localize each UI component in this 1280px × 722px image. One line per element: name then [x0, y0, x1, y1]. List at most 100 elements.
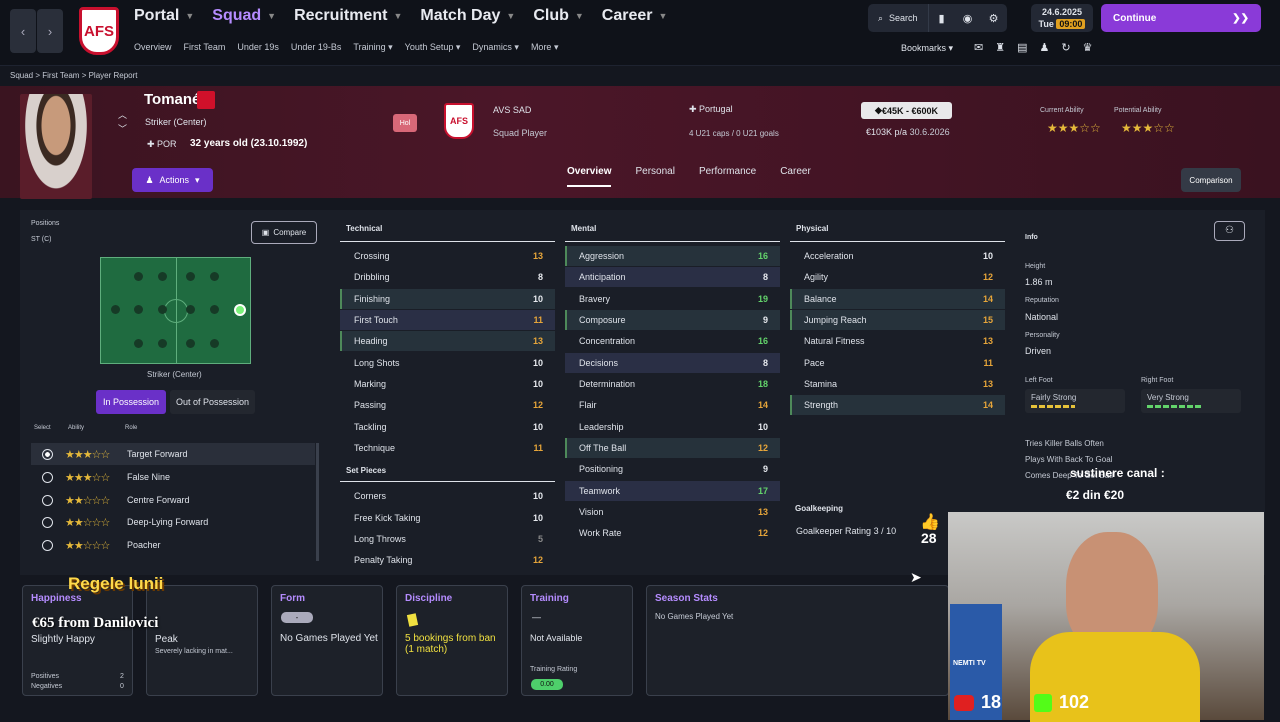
attribute-row[interactable]: Positioning 9	[565, 459, 780, 479]
radio-unselected[interactable]	[42, 516, 53, 528]
tab-overview[interactable]: Overview	[567, 166, 612, 187]
attribute-row[interactable]: Finishing 10	[340, 288, 555, 309]
subnav-first-team[interactable]: First Team	[184, 42, 226, 53]
nav-recruitment[interactable]: Recruitment ▼	[294, 7, 402, 25]
club-badge[interactable]: AFS	[444, 103, 474, 139]
actions-button[interactable]: ♟ Actions ▾	[132, 168, 213, 192]
people-icon[interactable]: ♟	[1040, 41, 1050, 54]
attribute-row[interactable]: Anticipation 8	[565, 267, 780, 288]
in-possession-toggle[interactable]: In Possession	[96, 390, 166, 414]
compare-button[interactable]: ▣ Compare	[251, 221, 317, 244]
attribute-row[interactable]: Dribbling 8	[340, 267, 555, 287]
attribute-row[interactable]: Long Throws 5	[340, 529, 555, 549]
continue-button[interactable]: Continue ❯❯	[1101, 4, 1261, 32]
subnav-under-19bs[interactable]: Under 19-Bs	[291, 42, 342, 53]
radio-unselected[interactable]	[42, 494, 53, 506]
subnav-youth-setup[interactable]: Youth Setup ▾	[405, 42, 461, 53]
crumb-first-team[interactable]: First Team	[42, 71, 79, 80]
back-button[interactable]: ‹	[10, 9, 36, 53]
attribute-row[interactable]: Agility 12	[790, 267, 1005, 287]
nav-club[interactable]: Club ▼	[533, 7, 583, 25]
subnav-training[interactable]: Training ▾	[353, 42, 392, 53]
tab-personal[interactable]: Personal	[635, 166, 674, 187]
condition-card[interactable]: Peak Severely lacking in mat...	[146, 585, 258, 696]
person-settings-icon[interactable]: ⚇	[1214, 221, 1245, 241]
attribute-row[interactable]: Stamina 13	[790, 374, 1005, 394]
attribute-row[interactable]: Off The Ball 12	[565, 438, 780, 459]
forward-button[interactable]: ›	[37, 9, 63, 53]
chat-icon[interactable]: ✉	[974, 41, 983, 54]
trophy-icon[interactable]: ♛	[1083, 41, 1093, 54]
role-row-target-forward[interactable]: ★★★☆☆ Target Forward	[31, 443, 315, 465]
out-of-possession-toggle[interactable]: Out of Possession	[170, 390, 255, 414]
attribute-row[interactable]: Crossing 13	[340, 246, 555, 266]
attribute-row[interactable]: Natural Fitness 13	[790, 331, 1005, 351]
attribute-row[interactable]: First Touch 11	[340, 310, 555, 331]
subnav-more[interactable]: More ▾	[531, 42, 559, 53]
radio-selected[interactable]	[42, 448, 53, 460]
attribute-row[interactable]: Teamwork 17	[565, 480, 780, 501]
attribute-row[interactable]: Balance 14	[790, 288, 1005, 309]
discipline-card[interactable]: Discipline 5 bookings from ban (1 match)	[396, 585, 508, 696]
season-stats-card[interactable]: Season Stats No Games Played Yet	[646, 585, 949, 696]
role-row-false-nine[interactable]: ★★★☆☆ False Nine	[31, 466, 315, 488]
attribute-row[interactable]: Bravery 19	[565, 289, 780, 309]
nav-portal[interactable]: Portal ▼	[134, 7, 194, 25]
nav-career[interactable]: Career ▼	[602, 7, 668, 25]
attribute-row[interactable]: Concentration 16	[565, 331, 780, 351]
attribute-row[interactable]: Composure 9	[565, 310, 780, 331]
training-card[interactable]: Training — Not Available Training Rating…	[521, 585, 633, 696]
attribute-row[interactable]: Jumping Reach 15	[790, 310, 1005, 331]
attribute-row[interactable]: Work Rate 12	[565, 523, 780, 543]
search-button[interactable]: ⌕ Search	[868, 4, 929, 32]
chevron-up-icon[interactable]: ︿	[118, 108, 127, 121]
subnav-under-19s[interactable]: Under 19s	[237, 42, 279, 53]
radio-unselected[interactable]	[42, 471, 53, 483]
happiness-card[interactable]: Happiness Slightly Happy Positives 2 Neg…	[22, 585, 133, 696]
club-name[interactable]: AVS SAD	[493, 105, 531, 115]
clipboard-icon[interactable]: ▤	[1017, 41, 1027, 54]
attribute-row[interactable]: Acceleration 10	[790, 246, 1005, 266]
attribute-row[interactable]: Strength 14	[790, 395, 1005, 416]
attribute-row[interactable]: Free Kick Taking 10	[340, 508, 555, 528]
tab-career[interactable]: Career	[780, 166, 811, 187]
subnav-dynamics[interactable]: Dynamics ▾	[472, 42, 519, 53]
shirt-icon[interactable]: ♜	[995, 41, 1005, 54]
nav-squad[interactable]: Squad ▼	[212, 7, 276, 25]
role-row-centre-forward[interactable]: ★★☆☆☆ Centre Forward	[31, 489, 315, 511]
attribute-row[interactable]: Vision 13	[565, 502, 780, 522]
role-row-deep-lying-forward[interactable]: ★★☆☆☆ Deep-Lying Forward	[31, 511, 315, 533]
attribute-row[interactable]: Long Shots 10	[340, 353, 555, 373]
bookmark-icon[interactable]: ▮	[929, 4, 955, 32]
gear-icon[interactable]: ⚙	[981, 4, 1007, 32]
attribute-row[interactable]: Pace 11	[790, 353, 1005, 373]
attribute-row[interactable]: Flair 14	[565, 395, 780, 415]
bookmarks-dropdown[interactable]: Bookmarks ▾	[901, 43, 953, 54]
attribute-row[interactable]: Determination 18	[565, 374, 780, 394]
attribute-row[interactable]: Tackling 10	[340, 417, 555, 437]
chevron-down-icon[interactable]: ﹀	[118, 122, 127, 135]
roles-scrollbar[interactable]	[316, 443, 319, 561]
refresh-icon[interactable]: ↻	[1061, 41, 1070, 54]
attribute-row[interactable]: Penalty Taking 12	[340, 550, 555, 570]
attribute-row[interactable]: Decisions 8	[565, 352, 780, 373]
attribute-row[interactable]: Marking 10	[340, 374, 555, 394]
form-card[interactable]: Form - No Games Played Yet	[271, 585, 383, 696]
radio-unselected[interactable]	[42, 539, 53, 551]
club-logo[interactable]: AFS	[79, 7, 119, 55]
attribute-row[interactable]: Passing 12	[340, 395, 555, 415]
role-row-poacher[interactable]: ★★☆☆☆ Poacher	[31, 534, 315, 556]
subnav-overview[interactable]: Overview	[134, 42, 172, 53]
transfer-value[interactable]: ◆ €45K - €600K	[861, 102, 952, 119]
tab-performance[interactable]: Performance	[699, 166, 756, 187]
attribute-row[interactable]: Corners 10	[340, 486, 555, 506]
comparison-button[interactable]: Comparison	[1181, 168, 1241, 192]
globe-icon[interactable]: ◉	[955, 4, 981, 32]
attribute-row[interactable]: Heading 13	[340, 331, 555, 352]
hol-badge[interactable]: Hol	[393, 114, 417, 132]
attribute-row[interactable]: Leadership 10	[565, 417, 780, 437]
attribute-row[interactable]: Aggression 16	[565, 246, 780, 266]
attribute-row[interactable]: Technique 11	[340, 438, 555, 458]
nav-match-day[interactable]: Match Day ▼	[420, 7, 515, 25]
crumb-squad[interactable]: Squad	[10, 71, 33, 80]
